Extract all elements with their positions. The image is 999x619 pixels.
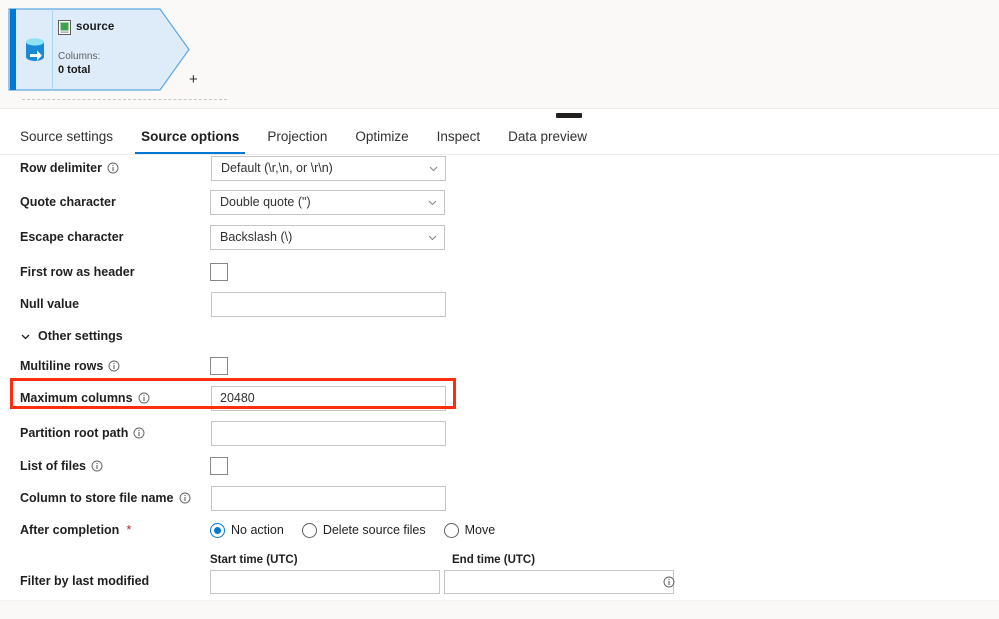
label-column-to-store-file-name: Column to store file name: [20, 490, 191, 506]
row-delimiter-select[interactable]: Default (\r,\n, or \r\n): [211, 155, 446, 181]
label-escape-character: Escape character: [20, 230, 124, 244]
label-filter-by-last-modified: Filter by last modified: [20, 574, 150, 588]
row-row-delimiter: Row delimiter Default (\r,\n, or \r\n): [0, 155, 999, 185]
end-time-label: End time (UTC): [452, 554, 536, 566]
row-column-to-store-file-name: Column to store file name: [0, 481, 999, 515]
first-row-as-header-checkbox[interactable]: [210, 263, 228, 281]
other-settings-section-toggle[interactable]: Other settings: [20, 328, 123, 344]
after-completion-radio-group[interactable]: No action Delete source files Move: [210, 522, 496, 538]
row-maximum-columns: Maximum columns 20480: [0, 381, 999, 415]
column-to-store-file-name-input[interactable]: [211, 485, 446, 511]
node-columns-value: 0 total: [58, 64, 91, 76]
tab-projection[interactable]: Projection: [253, 129, 341, 154]
row-multiline-rows: Multiline rows: [0, 349, 999, 383]
row-delimiter-value: Default (\r,\n, or \r\n): [221, 160, 333, 175]
node-title-row: source: [58, 18, 178, 36]
label-partition-root-path: Partition root path: [20, 425, 145, 441]
canvas-guide-line: [22, 99, 227, 100]
chevron-down-icon: [427, 232, 438, 243]
panel-splitter[interactable]: [0, 108, 999, 120]
required-marker: *: [126, 522, 132, 537]
database-source-icon: [23, 37, 47, 63]
other-settings-label: Other settings: [38, 329, 123, 343]
settings-tabstrip[interactable]: Source settings Source options Projectio…: [0, 122, 999, 155]
dataflow-source-node[interactable]: source Columns: 0 total +: [8, 8, 198, 91]
list-of-files-checkbox[interactable]: [210, 457, 228, 475]
multiline-rows-checkbox[interactable]: [210, 357, 228, 375]
radio-indicator: [443, 522, 459, 538]
info-icon[interactable]: [91, 460, 103, 472]
label-maximum-columns: Maximum columns: [20, 390, 150, 406]
add-next-step-button[interactable]: +: [189, 72, 198, 87]
radio-delete-source-files-label: Delete source files: [322, 523, 426, 537]
tab-source-options[interactable]: Source options: [127, 129, 253, 154]
info-icon[interactable]: [138, 392, 150, 404]
node-columns-label: Columns:: [58, 51, 101, 62]
row-first-row-as-header: First row as header: [0, 255, 999, 289]
escape-character-value: Backslash (\): [220, 229, 293, 244]
dataflow-canvas[interactable]: source Columns: 0 total +: [0, 0, 999, 108]
tab-data-preview[interactable]: Data preview: [494, 129, 601, 154]
label-list-of-files: List of files: [20, 458, 103, 474]
filter-start-time-input[interactable]: [210, 570, 440, 594]
label-row-delimiter: Row delimiter: [20, 160, 119, 176]
row-list-of-files: List of files: [0, 449, 999, 483]
quote-character-select[interactable]: Double quote ("): [210, 189, 445, 215]
row-quote-character: Quote character Double quote ("): [0, 185, 999, 219]
node-body: source Columns: 0 total: [58, 18, 178, 77]
radio-move-label: Move: [464, 523, 496, 537]
radio-delete-source-files[interactable]: Delete source files: [301, 522, 426, 538]
chevron-down-icon: [428, 163, 439, 174]
dataset-file-icon: [58, 19, 71, 35]
row-other-settings: Other settings: [0, 319, 999, 353]
row-null-value: Null value: [0, 287, 999, 321]
maximum-columns-input[interactable]: 20480: [211, 385, 446, 411]
label-after-completion: After completion *: [20, 522, 132, 537]
info-icon[interactable]: [663, 576, 675, 588]
info-icon[interactable]: [107, 162, 119, 174]
tab-optimize[interactable]: Optimize: [341, 129, 422, 154]
null-value-input[interactable]: [211, 291, 446, 317]
partition-root-path-input[interactable]: [211, 420, 446, 446]
source-options-form: Row delimiter Default (\r,\n, or \r\n) Q…: [0, 155, 999, 600]
chevron-down-icon: [20, 331, 31, 342]
filter-end-time-input[interactable]: [444, 570, 674, 594]
node-accent-bar: [10, 9, 16, 90]
node-icon-column: [17, 9, 53, 90]
chevron-down-icon: [427, 197, 438, 208]
info-icon[interactable]: [133, 427, 145, 439]
label-multiline-rows: Multiline rows: [20, 358, 120, 374]
tab-source-settings[interactable]: Source settings: [16, 129, 127, 154]
quote-character-value: Double quote ("): [220, 194, 311, 209]
panel-bottom-area: [0, 600, 999, 619]
node-title-label: source: [76, 21, 115, 33]
radio-indicator: [301, 522, 317, 538]
label-first-row-as-header: First row as header: [20, 265, 135, 279]
row-partition-root-path: Partition root path: [0, 416, 999, 450]
radio-move[interactable]: Move: [443, 522, 496, 538]
radio-no-action-label: No action: [231, 523, 284, 537]
radio-no-action[interactable]: No action: [210, 522, 284, 538]
start-time-label: Start time (UTC): [210, 554, 298, 566]
info-icon[interactable]: [108, 360, 120, 372]
row-after-completion: After completion * No action Delete sour…: [0, 513, 999, 547]
row-escape-character: Escape character Backslash (\): [0, 220, 999, 254]
escape-character-select[interactable]: Backslash (\): [210, 224, 445, 250]
tab-inspect[interactable]: Inspect: [423, 129, 495, 154]
panel-resize-handle[interactable]: [556, 113, 582, 118]
info-icon[interactable]: [179, 492, 191, 504]
label-quote-character: Quote character: [20, 195, 116, 209]
radio-indicator: [210, 522, 225, 538]
label-null-value: Null value: [20, 297, 80, 311]
